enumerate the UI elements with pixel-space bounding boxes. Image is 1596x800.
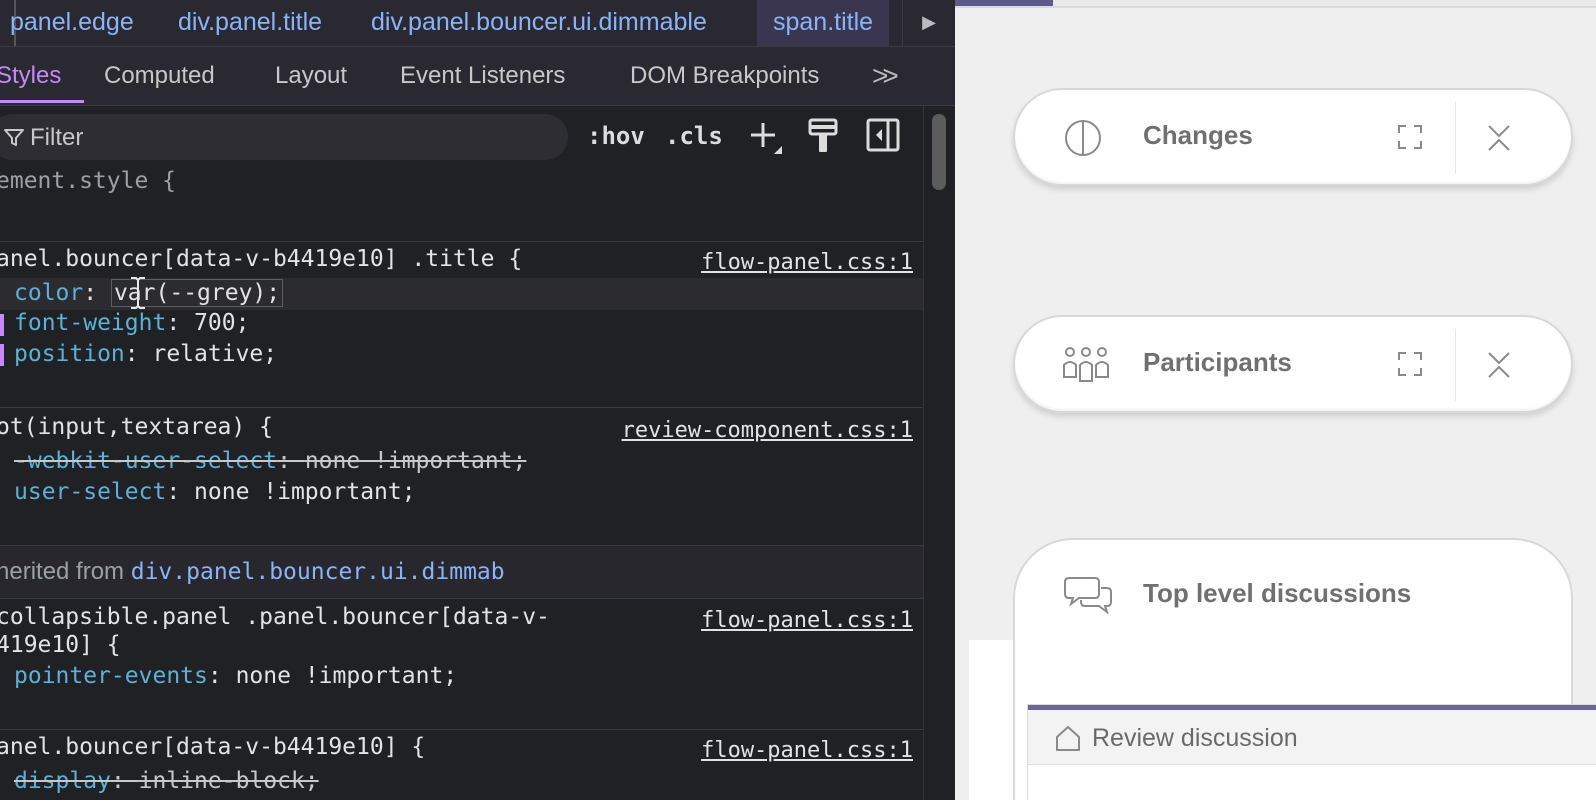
styles-scrollbar[interactable] — [923, 106, 955, 800]
panel-divider — [1455, 102, 1456, 174]
tab-computed[interactable]: Computed — [104, 47, 215, 105]
discussions-title: Top level discussions — [1143, 578, 1412, 608]
css-value[interactable]: none !important; — [305, 448, 527, 474]
css-property[interactable]: -webkit-user-select — [14, 448, 277, 474]
filter-input[interactable] — [28, 122, 552, 154]
dom-breadcrumbs: panel.edge div.panel.title div.panel.bou… — [0, 0, 955, 47]
breadcrumb-item-selected[interactable]: span.title — [757, 0, 890, 46]
tab-layout[interactable]: Layout — [275, 47, 347, 105]
rule-selector[interactable]: anel.bouncer[data-v-b4419e10] .title { — [0, 246, 522, 272]
app-top-bar — [955, 0, 1596, 8]
inherited-from-header: herited from div.panel.bouncer.ui.dimmab — [0, 546, 923, 599]
css-value[interactable]: relative; — [152, 341, 277, 367]
tab-event-listeners[interactable]: Event Listeners — [400, 47, 565, 105]
inherited-text: herited from — [0, 558, 125, 585]
element-style-rule: ement.style { — [0, 162, 923, 242]
toggle-sidebar-icon[interactable] — [866, 118, 900, 152]
review-card-header: Review discussion — [1028, 710, 1596, 765]
rule-source-link[interactable]: flow-panel.css:1 — [701, 608, 913, 633]
rule-source-link[interactable]: review-component.css:1 — [622, 418, 913, 443]
css-property[interactable]: color — [14, 280, 83, 306]
css-property[interactable]: user-select — [14, 479, 166, 505]
styles-tabbar: Styles Computed Layout Event Listeners D… — [0, 47, 955, 106]
class-toggle-button[interactable]: .cls — [665, 114, 723, 158]
participants-panel[interactable]: Participants — [1013, 315, 1573, 413]
style-rules-list: ement.style { anel.bouncer[data-v-b4419e… — [0, 162, 923, 800]
hover-state-button[interactable]: :hov — [587, 114, 645, 158]
css-value[interactable]: none !important; — [236, 663, 458, 689]
filter-icon — [4, 129, 24, 146]
half-circle-icon — [1065, 120, 1101, 156]
rule-selector[interactable]: collapsible.panel .panel.bouncer[data-v- — [0, 604, 550, 630]
add-style-rule-icon[interactable] — [748, 120, 784, 156]
style-rule: anel.bouncer[data-v-b4419e10] .title { f… — [0, 242, 923, 408]
css-property[interactable]: position — [14, 341, 125, 367]
declaration-marker — [0, 314, 4, 336]
collapse-icon[interactable] — [1487, 351, 1511, 379]
expand-icon[interactable] — [1397, 124, 1423, 150]
styles-toolbar: :hov .cls — [0, 106, 925, 162]
css-property[interactable]: display — [14, 768, 111, 794]
style-rule: collapsible.panel .panel.bouncer[data-v-… — [0, 598, 923, 730]
app-pane: Changes Participants Top level discussio… — [955, 0, 1596, 800]
rule-selector[interactable]: anel.bouncer[data-v-b4419e10] { — [0, 734, 425, 760]
tab-dom-breakpoints[interactable]: DOM Breakpoints — [630, 47, 819, 105]
panel-title: Participants — [1143, 347, 1292, 377]
home-icon — [1056, 726, 1080, 751]
css-value[interactable]: inline-block; — [139, 768, 319, 794]
css-declaration[interactable]: font-weight: 700; — [14, 310, 249, 336]
filter-box — [0, 114, 568, 160]
css-property[interactable]: font-weight — [14, 310, 166, 336]
declaration-marker — [0, 344, 4, 366]
rule-selector[interactable]: ement.style { — [0, 168, 176, 194]
css-declaration-overridden[interactable]: -webkit-user-select: none !important; — [14, 448, 526, 474]
collapse-icon[interactable] — [1487, 124, 1511, 152]
text-cursor-icon — [131, 277, 145, 309]
css-property[interactable]: pointer-events — [14, 663, 208, 689]
more-tabs-icon[interactable]: >> — [872, 47, 899, 105]
rule-selector[interactable]: ot(input,textarea) { — [0, 414, 273, 440]
paint-brush-icon[interactable] — [808, 118, 838, 154]
breadcrumb-item[interactable]: div.panel.bouncer.ui.dimmable — [371, 0, 707, 46]
rule-source-link[interactable]: flow-panel.css:1 — [701, 250, 913, 275]
css-value[interactable]: 700; — [194, 310, 249, 336]
changes-panel[interactable]: Changes — [1013, 88, 1573, 186]
tab-styles[interactable]: Styles — [0, 47, 61, 105]
discussion-bubbles-icon — [1064, 577, 1112, 614]
panel-divider — [1455, 329, 1456, 401]
css-declaration-overridden[interactable]: display: inline-block; — [14, 768, 319, 794]
css-declaration[interactable]: color: var(--grey); — [14, 279, 284, 307]
review-discussion-label: Review discussion — [1092, 724, 1298, 752]
inherited-label: herited from div.panel.bouncer.ui.dimmab — [0, 558, 505, 586]
scrollbar-thumb[interactable] — [932, 114, 946, 190]
style-rule: ot(input,textarea) { review-component.cs… — [0, 408, 923, 546]
style-rule: anel.bouncer[data-v-b4419e10] { flow-pan… — [0, 730, 923, 800]
css-value[interactable]: none !important; — [194, 479, 416, 505]
devtools-pane: panel.edge div.panel.title div.panel.bou… — [0, 0, 955, 800]
expand-icon[interactable] — [1397, 351, 1423, 377]
css-declaration[interactable]: pointer-events: none !important; — [14, 663, 457, 689]
breadcrumb-scroll-right-icon[interactable]: ▶ — [902, 0, 955, 46]
inherited-element-link[interactable]: div.panel.bouncer.ui.dimmab — [131, 559, 505, 585]
active-tab-indicator — [0, 100, 84, 103]
review-discussion-card[interactable]: Review discussion — [1027, 704, 1596, 800]
panel-title: Changes — [1143, 120, 1253, 150]
rule-source-link[interactable]: flow-panel.css:1 — [701, 738, 913, 763]
app-top-bar-accent — [955, 0, 1053, 6]
css-declaration[interactable]: position: relative; — [14, 341, 277, 367]
participants-icon — [1063, 347, 1109, 382]
rule-selector-continued[interactable]: 419e10] { — [0, 632, 121, 658]
css-declaration[interactable]: user-select: none !important; — [14, 479, 416, 505]
breadcrumb-item[interactable]: panel.edge — [10, 0, 134, 46]
breadcrumb-item[interactable]: div.panel.title — [178, 0, 322, 46]
